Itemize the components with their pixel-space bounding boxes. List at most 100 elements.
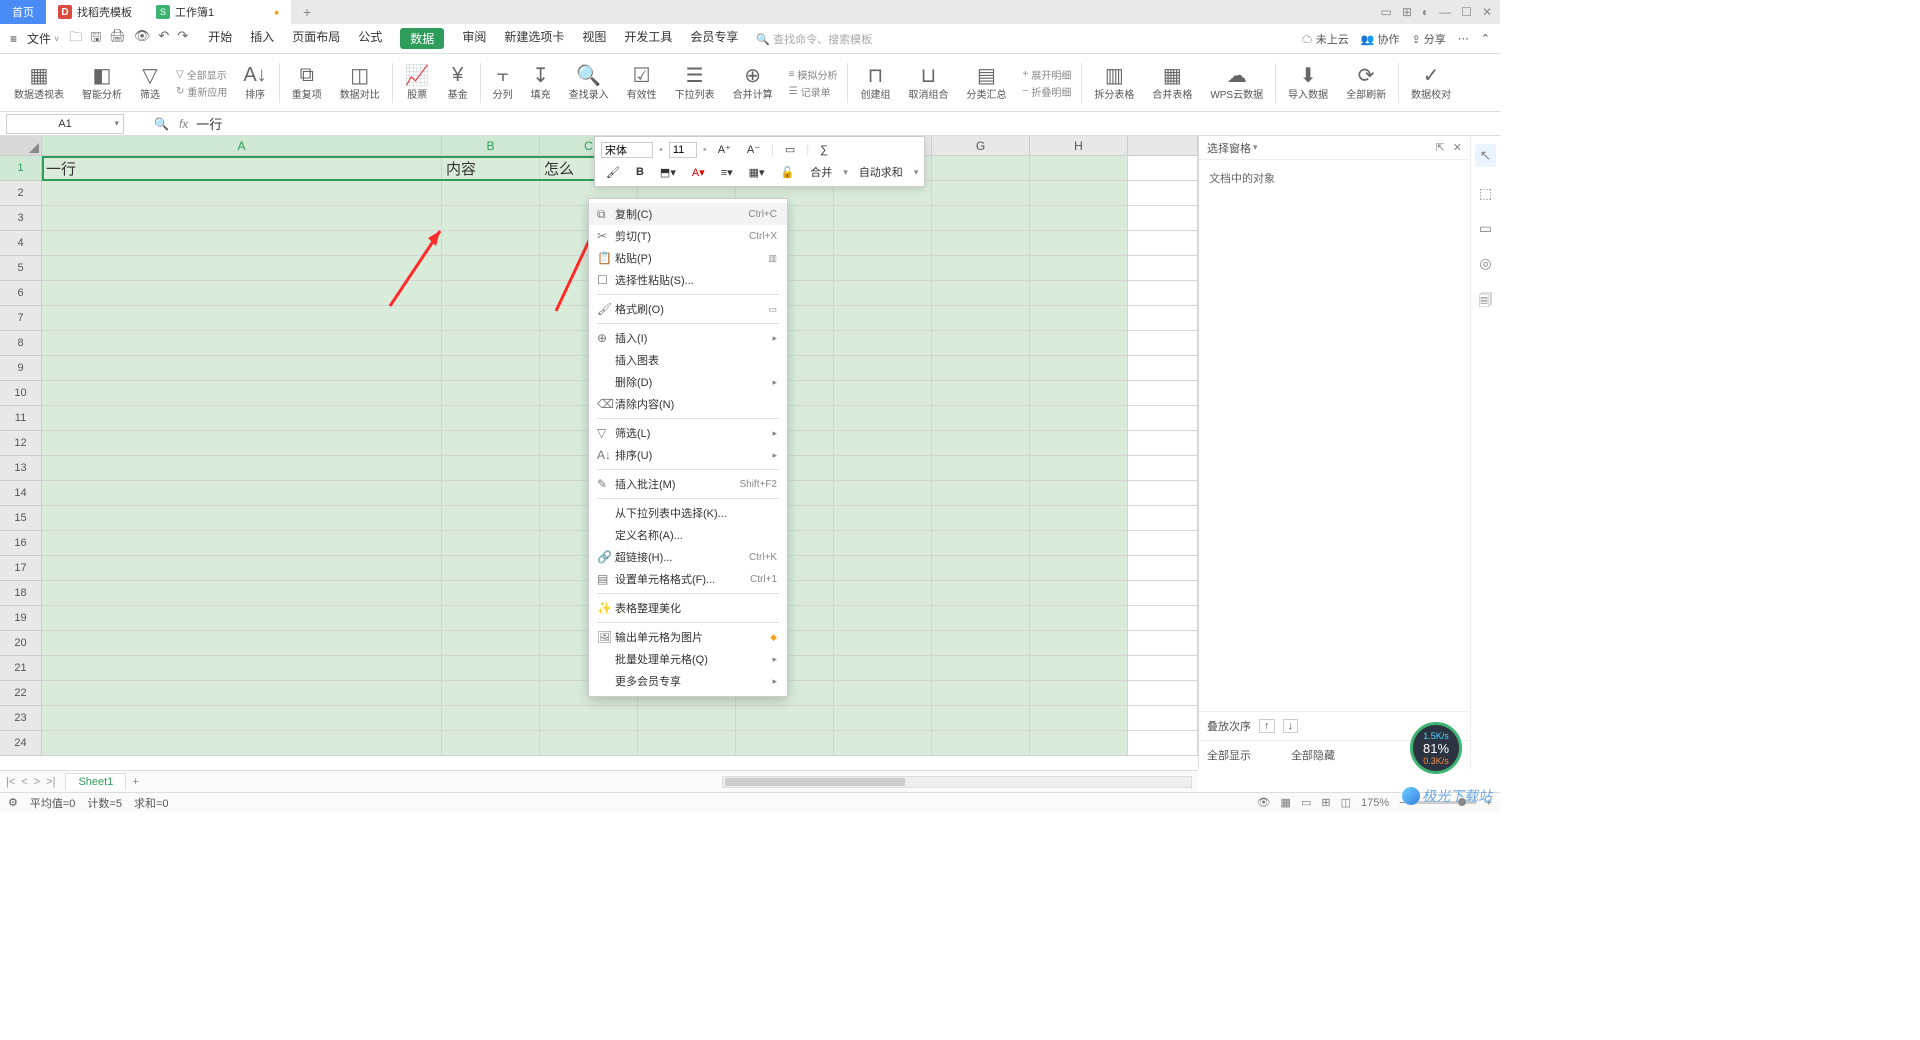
collab-button[interactable]: 👥 协作 — [1361, 31, 1400, 47]
cell[interactable] — [442, 356, 540, 381]
row-header[interactable]: 7 — [0, 306, 42, 331]
rb-showall[interactable]: ▽ 全部显示 — [176, 67, 227, 82]
tab-workbook[interactable]: S工作簿1• — [144, 0, 291, 24]
cm-batch[interactable]: 批量处理单元格(Q)▸ — [589, 648, 787, 670]
rb-smart[interactable]: ◧智能分析 — [74, 54, 130, 111]
cell[interactable] — [442, 406, 540, 431]
cell[interactable] — [932, 331, 1030, 356]
close-icon[interactable]: ✕ — [1482, 5, 1492, 19]
cell[interactable] — [442, 381, 540, 406]
more-icon[interactable]: ⋯ — [1458, 32, 1469, 45]
tab-review[interactable]: 审阅 — [462, 28, 486, 49]
cell[interactable] — [442, 331, 540, 356]
cell[interactable] — [932, 206, 1030, 231]
cell[interactable] — [42, 506, 442, 531]
rb-record[interactable]: ☰ 记录单 — [789, 84, 838, 99]
rp-close-icon[interactable]: ✕ — [1453, 141, 1462, 154]
cell[interactable] — [834, 531, 932, 556]
row-header[interactable]: 11 — [0, 406, 42, 431]
cell[interactable] — [1030, 206, 1128, 231]
cell[interactable] — [932, 356, 1030, 381]
cell[interactable] — [834, 506, 932, 531]
select-all-corner[interactable] — [0, 136, 42, 155]
cell[interactable] — [932, 406, 1030, 431]
rp-pin-icon[interactable]: ⇱ — [1436, 141, 1445, 154]
mt-fill-color-icon[interactable]: ⬒▾ — [655, 164, 681, 181]
cell[interactable] — [932, 706, 1030, 731]
row-header[interactable]: 13 — [0, 456, 42, 481]
sheet-area[interactable]: A B C D E F G H 1一行内容怎么多行显示2345678910111… — [0, 136, 1198, 769]
cell[interactable] — [932, 681, 1030, 706]
rb-ungroup[interactable]: ⊔取消组合 — [900, 54, 956, 111]
print-icon[interactable]: 🖨 — [109, 28, 126, 50]
name-box[interactable]: A1 — [6, 114, 124, 134]
row-header[interactable]: 5 — [0, 256, 42, 281]
cell[interactable] — [932, 456, 1030, 481]
sb-view2-icon[interactable]: ⊞ — [1321, 796, 1330, 809]
sheet-last-icon[interactable]: >| — [46, 776, 55, 788]
cell[interactable] — [442, 581, 540, 606]
st-style-icon[interactable]: ⬚ — [1479, 185, 1492, 202]
row-header[interactable]: 10 — [0, 381, 42, 406]
cell[interactable] — [834, 406, 932, 431]
cell[interactable] — [932, 631, 1030, 656]
lookup-icon[interactable]: 🔍 — [154, 117, 169, 131]
cell[interactable] — [42, 581, 442, 606]
cell[interactable] — [834, 331, 932, 356]
col-B[interactable]: B — [442, 136, 540, 155]
cell[interactable] — [834, 706, 932, 731]
cell[interactable] — [442, 456, 540, 481]
cell[interactable] — [1030, 681, 1128, 706]
mt-size[interactable] — [669, 142, 697, 158]
sheet-tab-1[interactable]: Sheet1 — [65, 773, 126, 790]
sb-zoom[interactable]: 175% — [1361, 797, 1389, 809]
cell[interactable] — [834, 606, 932, 631]
mt-lock-icon[interactable]: 🔓 — [776, 164, 800, 181]
cell[interactable] — [932, 556, 1030, 581]
cell[interactable] — [42, 706, 442, 731]
cell[interactable] — [932, 381, 1030, 406]
cell[interactable] — [1030, 181, 1128, 206]
cell[interactable] — [834, 556, 932, 581]
rp-show-all[interactable]: 全部显示 — [1207, 747, 1251, 763]
cell[interactable] — [442, 631, 540, 656]
rp-down-icon[interactable]: ↓ — [1283, 719, 1299, 733]
rb-split[interactable]: ⫟分列 — [485, 54, 521, 111]
cloud-status[interactable]: ☁ 未上云 — [1302, 31, 1349, 47]
cell[interactable] — [834, 306, 932, 331]
sheet-next-icon[interactable]: > — [34, 776, 40, 788]
st-backup-icon[interactable]: 🗐 — [1479, 290, 1493, 314]
cell[interactable] — [442, 506, 540, 531]
row-header[interactable]: 23 — [0, 706, 42, 731]
row-header[interactable]: 14 — [0, 481, 42, 506]
minimize-icon[interactable]: — — [1439, 5, 1451, 19]
tab-home[interactable]: 首页 — [0, 0, 46, 24]
row-header[interactable]: 20 — [0, 631, 42, 656]
st-locate-icon[interactable]: ◎ — [1479, 255, 1491, 272]
cell[interactable]: 一行 — [42, 156, 442, 181]
row-header[interactable]: 1 — [0, 156, 42, 181]
cell[interactable] — [932, 256, 1030, 281]
rb-fund[interactable]: ¥基金 — [440, 54, 476, 111]
sb-grid-icon[interactable]: ▦ — [1281, 796, 1291, 809]
tab-vip[interactable]: 会员专享 — [690, 28, 738, 49]
row-header[interactable]: 15 — [0, 506, 42, 531]
cm-filter[interactable]: ▽筛选(L)▸ — [589, 422, 787, 444]
cell[interactable] — [834, 481, 932, 506]
open-icon[interactable]: 🗀 — [69, 28, 82, 50]
col-H[interactable]: H — [1030, 136, 1128, 155]
sb-eye-icon[interactable]: 👁 — [1257, 796, 1271, 809]
col-A[interactable]: A — [42, 136, 442, 155]
rb-lookup[interactable]: 🔍查找录入 — [561, 54, 617, 111]
row-header[interactable]: 21 — [0, 656, 42, 681]
cell[interactable] — [932, 306, 1030, 331]
cell[interactable] — [42, 656, 442, 681]
cell[interactable] — [834, 731, 932, 756]
col-G[interactable]: G — [932, 136, 1030, 155]
rb-subtotal[interactable]: ▤分类汇总 — [958, 54, 1014, 111]
cell[interactable] — [1030, 531, 1128, 556]
cell[interactable] — [442, 481, 540, 506]
rb-dup[interactable]: ⧉重复项 — [284, 54, 330, 111]
row-header[interactable]: 12 — [0, 431, 42, 456]
tab-formula[interactable]: 公式 — [358, 28, 382, 49]
